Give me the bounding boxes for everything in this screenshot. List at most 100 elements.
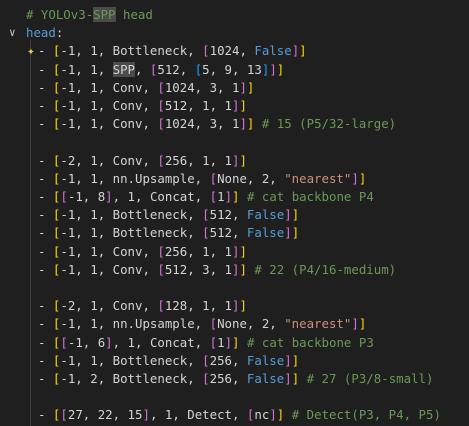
code-token: 256, 1, 1 (164, 152, 232, 168)
code-line[interactable] (0, 279, 469, 297)
code-token: "nearest" (284, 316, 352, 332)
code-token: - (38, 371, 53, 386)
code-token: -1, 6 (67, 334, 106, 350)
code-token: ] (351, 316, 359, 332)
code-line[interactable]: - [-1, 1, Bottleneck, [256, False]] (0, 352, 469, 370)
code-line[interactable]: - [-1, 1, nn.Upsample, [None, 2, "neares… (0, 315, 469, 333)
code-text: - [-1, 1, Bottleneck, [512, False]] (38, 224, 299, 242)
code-token: - (38, 189, 53, 204)
chevron-down-icon[interactable]: ∨ (9, 24, 16, 42)
code-token: 512, (209, 207, 247, 223)
code-text: - [[-1, 8], 1, Concat, [1]] # cat backbo… (38, 188, 374, 206)
code-token: [ (209, 170, 218, 186)
code-line[interactable]: - [-1, 1, Bottleneck, [512, False]] (0, 224, 469, 242)
code-token: : (55, 25, 64, 41)
code-line[interactable]: - [[27, 22, 15], 1, Detect, [nc]] # Dete… (0, 406, 469, 424)
code-text: - [-1, 1, Conv, [512, 1, 1]] (38, 97, 247, 115)
code-token: -1, 1, Conv, (60, 261, 158, 277)
code-line[interactable]: - [-1, 1, Bottleneck, [512, False]] (0, 206, 469, 224)
code-line[interactable]: # YOLOv3-SPP head (0, 6, 469, 24)
code-token: # Detect(P3, P4, P5) (284, 407, 441, 423)
code-line[interactable]: - [-1, 1, Conv, [512, 3, 1]] # 22 (P4/16… (0, 261, 469, 279)
code-token: 5, 9, 13 (202, 61, 262, 77)
code-text: - [-1, 1, Conv, [256, 1, 1]] (38, 243, 247, 261)
code-token: [ (60, 189, 68, 204)
code-token: [ (202, 225, 210, 241)
code-token: -1, 2, Bottleneck, (60, 371, 203, 386)
code-text: - [-1, 1, nn.Upsample, [None, 2, "neares… (38, 170, 366, 188)
code-token: ] (239, 152, 247, 168)
code-token: -1, 1, Bottleneck, (60, 207, 203, 223)
code-token: - (38, 316, 53, 332)
code-token: 512, 1, 1 (164, 98, 232, 113)
code-token: 1 (217, 189, 225, 204)
code-token: [ (157, 116, 165, 132)
code-token: 1024, (209, 43, 255, 59)
code-token: , 1, Concat, (112, 189, 210, 204)
code-token: # 22 (P4/16-medium) (246, 261, 397, 277)
code-line[interactable]: - [-1, 1, nn.Upsample, [None, 2, "neares… (0, 170, 469, 188)
code-token: ] (284, 207, 292, 223)
code-line[interactable]: - [-1, 1, Conv, [1024, 3, 1]] # 15 (P5/3… (0, 115, 469, 133)
code-line[interactable]: - [-1, 1, Bottleneck, [1024, False]] ✦ (0, 42, 469, 60)
code-token: nc (254, 407, 270, 423)
code-token: - (38, 207, 53, 223)
code-token: -1, 1, Conv, (60, 98, 158, 113)
code-token: # 27 (P3/8-small) (299, 371, 434, 386)
code-token: ] (351, 170, 359, 186)
code-token: # YOLOv3- (26, 7, 94, 22)
code-text: head: (26, 24, 63, 42)
code-token: -2, 1, Conv, (60, 152, 158, 168)
code-line[interactable]: - [-2, 1, Conv, [256, 1, 1]] (0, 152, 469, 170)
code-token: [ (157, 79, 165, 95)
code-token: ] (232, 189, 240, 204)
code-token: ] (291, 225, 300, 241)
code-line[interactable]: - [-1, 2, Bottleneck, [256, False]] # 27… (0, 370, 469, 388)
code-token: 1024, 3, 1 (164, 116, 240, 132)
code-token: [ (60, 407, 68, 423)
code-token: ] (269, 407, 277, 423)
code-line[interactable] (0, 133, 469, 151)
code-token: 512, 3, 1 (164, 261, 232, 277)
code-token: SPP (112, 61, 135, 77)
code-text: - [-1, 1, nn.Upsample, [None, 2, "neares… (38, 315, 366, 333)
code-line[interactable]: - [-1, 1, SPP, [512, [5, 9, 13]]] (0, 61, 469, 79)
code-line[interactable]: - [-1, 1, Conv, [1024, 3, 1]] (0, 79, 469, 97)
code-token: ] (299, 43, 307, 59)
code-token: [ (157, 243, 165, 259)
code-token: - (38, 334, 53, 350)
code-token: ] (246, 79, 255, 95)
code-token: , (135, 61, 150, 77)
code-token: 256, (209, 352, 247, 368)
code-token: 1024, 3, 1 (164, 79, 240, 95)
code-token: 1 (217, 334, 225, 350)
code-token: , 1, Detect, (149, 407, 247, 423)
code-token: - (38, 352, 53, 368)
code-token: - (38, 43, 53, 59)
code-token: - (38, 152, 53, 168)
code-line[interactable]: - [-1, 1, Conv, [512, 1, 1]] (0, 97, 469, 115)
code-token: False (246, 225, 285, 241)
code-token: False (254, 43, 292, 59)
code-text: - [-1, 1, Bottleneck, [256, False]] (38, 352, 299, 370)
code-editor[interactable]: # YOLOv3-SPP head head: ∨ - [-1, 1, Bottlen… (0, 0, 469, 426)
code-line[interactable]: - [-2, 1, Conv, [128, 1, 1]] (0, 297, 469, 315)
code-token: head (26, 25, 56, 41)
code-line[interactable]: head: ∨ (0, 24, 469, 42)
code-line[interactable]: - [-1, 1, Conv, [256, 1, 1]] (0, 243, 469, 261)
code-text: - [-1, 1, Bottleneck, [1024, False]] (38, 42, 307, 60)
code-line[interactable]: - [[-1, 8], 1, Concat, [1]] # cat backbo… (0, 188, 469, 206)
code-text: - [-1, 1, Conv, [512, 3, 1]] # 22 (P4/16… (38, 261, 396, 279)
code-token: 512, (157, 61, 195, 77)
code-token: [ (202, 207, 210, 223)
code-token: [ (157, 261, 165, 277)
code-line[interactable]: - [[-1, 6], 1, Concat, [1]] # cat backbo… (0, 334, 469, 352)
code-token: head (115, 7, 153, 22)
sparkle-icon[interactable]: ✦ (27, 43, 35, 61)
code-token: 256, (209, 371, 247, 386)
code-token: 256, 1, 1 (164, 243, 232, 259)
code-token: 512, (209, 225, 247, 241)
code-line[interactable] (0, 388, 469, 406)
code-token: - (38, 225, 53, 241)
code-token: - (38, 243, 53, 259)
